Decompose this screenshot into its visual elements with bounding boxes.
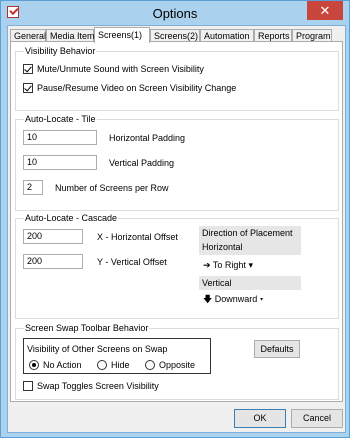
- vertical-direction-dropdown[interactable]: 🡇 Downward ▾: [199, 290, 301, 308]
- defaults-button[interactable]: Defaults: [254, 340, 300, 358]
- vertical-header: Vertical: [199, 276, 301, 291]
- direction-title: Direction of Placement: [199, 226, 301, 241]
- vertical-padding-label: Vertical Padding: [109, 158, 175, 168]
- visibility-on-swap-title: Visibility of Other Screens on Swap: [27, 344, 168, 354]
- no-action-radio[interactable]: [29, 360, 39, 370]
- pause-resume-checkbox[interactable]: [23, 83, 33, 93]
- swap-toggles-visibility-checkbox[interactable]: [23, 381, 33, 391]
- screens-per-row-label: Number of Screens per Row: [55, 183, 169, 193]
- horizontal-padding-input[interactable]: 10: [23, 130, 97, 145]
- ok-button[interactable]: OK: [234, 409, 286, 428]
- options-window: Options ✕ General Media Item Screens(1) …: [0, 0, 350, 438]
- screens-1-panel: Visibility Behavior Mute/Unmute Sound wi…: [10, 41, 343, 402]
- no-action-label: No Action: [43, 360, 82, 370]
- right-arrow-icon: ➔: [203, 260, 211, 270]
- mute-unmute-label: Mute/Unmute Sound with Screen Visibility: [37, 64, 204, 74]
- horizontal-header: Horizontal: [199, 240, 301, 255]
- horizontal-direction-value: To Right: [212, 260, 246, 270]
- horizontal-direction-dropdown[interactable]: ➔ To Right ▾: [199, 256, 301, 274]
- tab-screens-1[interactable]: Screens(1): [94, 27, 150, 43]
- mute-unmute-checkbox[interactable]: [23, 64, 33, 74]
- screens-per-row-input[interactable]: 2: [23, 180, 43, 195]
- direction-of-placement-panel: Direction of Placement Horizontal ➔ To R…: [199, 226, 301, 308]
- auto-locate-cascade-group: Auto-Locate - Cascade 200 X - Horizontal…: [15, 213, 339, 319]
- x-offset-label: X - Horizontal Offset: [97, 232, 178, 242]
- tile-title: Auto-Locate - Tile: [24, 114, 97, 124]
- x-offset-input[interactable]: 200: [23, 229, 83, 244]
- y-offset-input[interactable]: 200: [23, 254, 83, 269]
- opposite-label: Opposite: [159, 360, 196, 370]
- auto-locate-tile-group: Auto-Locate - Tile 10 Horizontal Padding…: [15, 114, 339, 211]
- close-button[interactable]: ✕: [307, 1, 343, 20]
- visibility-behavior-title: Visibility Behavior: [24, 46, 97, 56]
- hide-label: Hide: [111, 360, 130, 370]
- hide-radio[interactable]: [97, 360, 107, 370]
- visibility-on-swap-group: Visibility of Other Screens on Swap No A…: [23, 338, 211, 374]
- swap-toggles-visibility-label: Swap Toggles Screen Visibility: [37, 381, 159, 391]
- chevron-down-icon: ▾: [259, 294, 264, 304]
- cancel-button[interactable]: Cancel: [291, 409, 343, 428]
- opposite-radio[interactable]: [145, 360, 155, 370]
- window-title: Options: [152, 6, 198, 21]
- down-arrow-icon: 🡇: [203, 294, 213, 304]
- visibility-behavior-group: Visibility Behavior Mute/Unmute Sound wi…: [15, 46, 339, 111]
- screen-swap-title: Screen Swap Toolbar Behavior: [24, 323, 150, 333]
- vertical-padding-input[interactable]: 10: [23, 155, 97, 170]
- vertical-direction-value: Downward: [214, 294, 258, 304]
- screen-swap-toolbar-group: Screen Swap Toolbar Behavior Defaults Vi…: [15, 323, 339, 400]
- dialog-body: General Media Item Screens(1) Screens(2)…: [7, 25, 346, 433]
- cascade-title: Auto-Locate - Cascade: [24, 213, 119, 223]
- pause-resume-label: Pause/Resume Video on Screen Visibility …: [37, 83, 237, 93]
- chevron-down-icon: ▾: [248, 260, 253, 270]
- title-bar[interactable]: Options ✕: [1, 1, 349, 25]
- horizontal-padding-label: Horizontal Padding: [109, 133, 186, 143]
- y-offset-label: Y - Vertical Offset: [97, 257, 167, 267]
- dialog-footer: OK Cancel: [8, 404, 345, 432]
